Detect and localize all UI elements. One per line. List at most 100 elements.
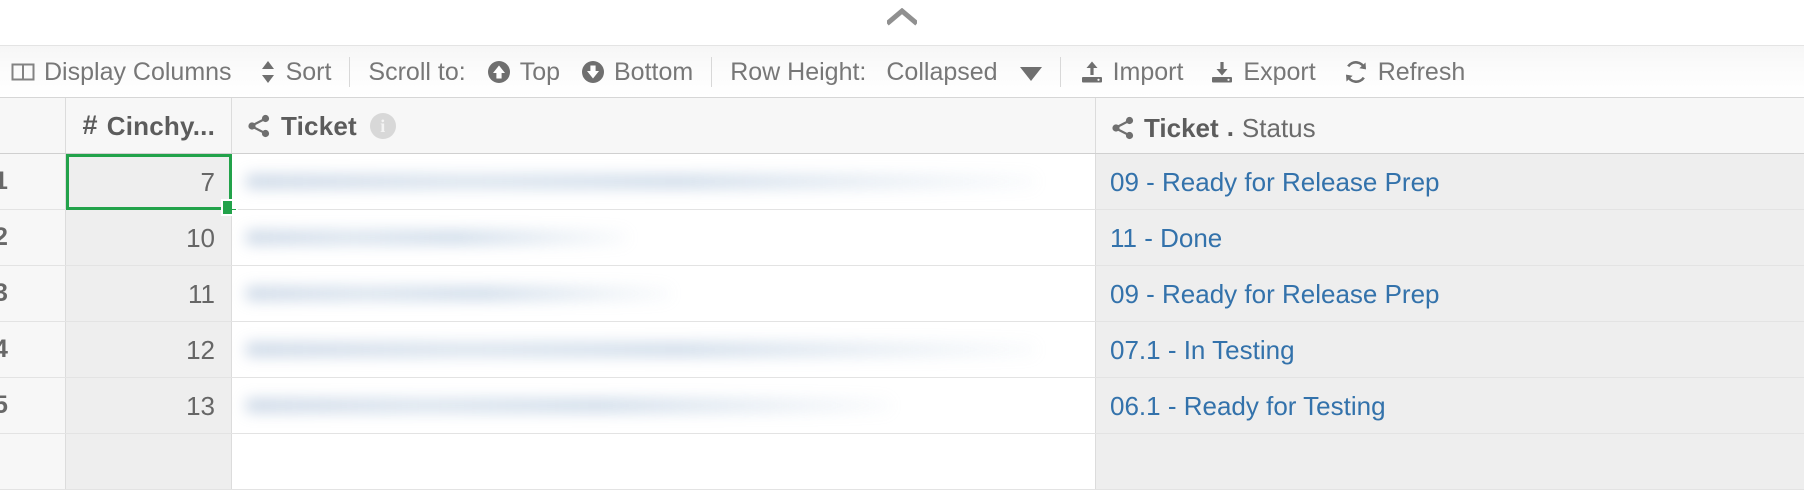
row-number-label: 4 — [0, 335, 8, 363]
collapse-panel-button[interactable] — [880, 4, 924, 30]
column-header-ticket-text: Ticket — [281, 110, 357, 141]
data-grid-app: Display Columns Sort Scroll to: Top Bott… — [0, 0, 1804, 504]
toolbar-divider — [349, 56, 351, 87]
column-header-status-prefix: Ticket — [1144, 112, 1219, 143]
cell-ticket-status[interactable]: 06.1 - Ready for Testing — [1096, 378, 1804, 433]
cell-cinchy-id-value: 10 — [186, 222, 215, 253]
data-grid: # Cinchy... Ticket i Ticket . Status 1 7… — [0, 97, 1804, 490]
grid-header-row: # Cinchy... Ticket i Ticket . Status — [0, 98, 1804, 154]
cell-cinchy-id-value: 13 — [186, 390, 215, 421]
redacted-ticket-content — [246, 398, 1095, 413]
cell-cinchy-id-value: 11 — [188, 278, 215, 309]
scroll-to-top-label: Top — [519, 58, 560, 86]
cell-ticket-status-value: 07.1 - In Testing — [1110, 334, 1295, 365]
cell-cinchy-id-value: 12 — [186, 334, 215, 365]
table-row[interactable]: 2 10 11 - Done — [0, 210, 1804, 266]
column-header-cinchy-id[interactable]: # Cinchy... — [66, 98, 232, 153]
refresh-button[interactable]: Refresh — [1342, 58, 1466, 86]
column-header-ticket-status-label: Ticket . Status — [1110, 111, 1316, 141]
cell-ticket[interactable] — [232, 210, 1096, 265]
cell-ticket-status[interactable]: 07.1 - In Testing — [1096, 322, 1804, 377]
scroll-to-label: Scroll to: — [368, 58, 466, 86]
arrow-up-circle-icon — [486, 59, 512, 85]
sort-updown-icon — [258, 59, 278, 85]
row-number-cell[interactable] — [0, 434, 66, 489]
row-height-dropdown[interactable]: Collapsed — [886, 58, 1042, 86]
cell-ticket[interactable] — [232, 434, 1096, 489]
cell-ticket-status-value: 11 - Done — [1110, 222, 1223, 253]
share-icon — [246, 113, 272, 139]
row-height-label: Row Height: — [730, 58, 867, 86]
cell-cinchy-id-value: 7 — [200, 166, 215, 197]
chevron-down-icon — [1019, 66, 1042, 81]
arrow-down-circle-icon — [580, 59, 606, 85]
sort-label: Sort — [285, 58, 332, 86]
column-header-ticket[interactable]: Ticket i — [232, 98, 1096, 153]
grid-toolbar: Display Columns Sort Scroll to: Top Bott… — [0, 45, 1804, 97]
panel-collapse-strip — [0, 0, 1804, 45]
hash-icon: # — [82, 110, 98, 140]
table-row[interactable]: 4 12 07.1 - In Testing — [0, 322, 1804, 378]
cell-ticket[interactable] — [232, 266, 1096, 321]
export-button[interactable]: Export — [1209, 58, 1316, 86]
columns-icon — [10, 59, 36, 85]
refresh-label: Refresh — [1377, 58, 1466, 86]
export-label: Export — [1243, 58, 1316, 86]
header-gutter-cell — [0, 98, 66, 153]
download-icon — [1209, 59, 1235, 85]
column-header-ticket-label: Ticket i — [246, 110, 396, 141]
info-icon[interactable]: i — [369, 112, 396, 139]
cell-cinchy-id[interactable]: 11 — [66, 266, 232, 321]
row-number-cell[interactable]: 3 — [0, 266, 66, 321]
row-number-cell[interactable]: 1 — [0, 154, 66, 209]
scroll-to-bottom-button[interactable]: Bottom — [580, 59, 693, 85]
row-number-cell[interactable]: 2 — [0, 210, 66, 265]
column-header-cinchy-id-text: Cinchy... — [106, 110, 215, 141]
cell-ticket[interactable] — [232, 154, 1096, 209]
row-height-value: Collapsed — [886, 58, 998, 86]
cell-ticket-status[interactable] — [1096, 434, 1804, 489]
table-row[interactable]: 3 11 09 - Ready for Release Prep — [0, 266, 1804, 322]
row-number-label: 5 — [0, 391, 8, 419]
cell-ticket[interactable] — [232, 378, 1096, 433]
cell-cinchy-id[interactable] — [66, 434, 232, 489]
table-row[interactable]: 1 7 09 - Ready for Release Prep — [0, 154, 1804, 216]
sort-button[interactable]: Sort — [258, 58, 332, 86]
display-columns-button[interactable]: Display Columns — [10, 59, 232, 85]
table-row[interactable] — [0, 434, 1804, 490]
upload-icon — [1079, 59, 1105, 85]
column-header-ticket-status[interactable]: Ticket . Status — [1096, 98, 1804, 153]
toolbar-divider-3 — [1059, 56, 1061, 87]
cell-cinchy-id[interactable]: 10 — [66, 210, 232, 265]
import-button[interactable]: Import — [1079, 58, 1184, 86]
column-header-status-suffix: Status — [1241, 112, 1316, 143]
cell-cinchy-id[interactable]: 7 — [66, 154, 238, 216]
cell-ticket-status-value: 06.1 - Ready for Testing — [1110, 390, 1386, 421]
row-number-label: 2 — [0, 223, 8, 251]
cell-ticket[interactable] — [232, 322, 1096, 377]
row-number-cell[interactable]: 4 — [0, 322, 66, 377]
redacted-ticket-content — [246, 174, 1095, 189]
cell-ticket-status-value: 09 - Ready for Release Prep — [1110, 278, 1440, 309]
table-row[interactable]: 5 13 06.1 - Ready for Testing — [0, 378, 1804, 434]
redacted-ticket-content — [246, 230, 1095, 245]
import-label: Import — [1112, 58, 1184, 86]
cell-ticket-status[interactable]: 09 - Ready for Release Prep — [1096, 266, 1804, 321]
row-number-label: 1 — [0, 167, 8, 195]
cell-cinchy-id[interactable]: 13 — [66, 378, 232, 433]
scroll-to-bottom-label: Bottom — [614, 58, 694, 86]
row-number-label: 3 — [0, 279, 8, 307]
cell-ticket-status[interactable]: 09 - Ready for Release Prep — [1096, 154, 1804, 209]
refresh-icon — [1342, 59, 1370, 85]
redacted-ticket-content — [246, 286, 1095, 301]
display-columns-label: Display Columns — [44, 58, 232, 86]
cell-ticket-status[interactable]: 11 - Done — [1096, 210, 1804, 265]
redacted-ticket-content — [246, 342, 1095, 357]
chevron-up-icon — [887, 8, 917, 26]
row-number-cell[interactable]: 5 — [0, 378, 66, 433]
column-header-cinchy-id-label: # Cinchy... — [83, 112, 215, 139]
share-icon — [1110, 115, 1136, 141]
scroll-to-top-button[interactable]: Top — [486, 59, 560, 85]
column-header-status-separator: . — [1226, 111, 1234, 142]
cell-cinchy-id[interactable]: 12 — [66, 322, 232, 377]
